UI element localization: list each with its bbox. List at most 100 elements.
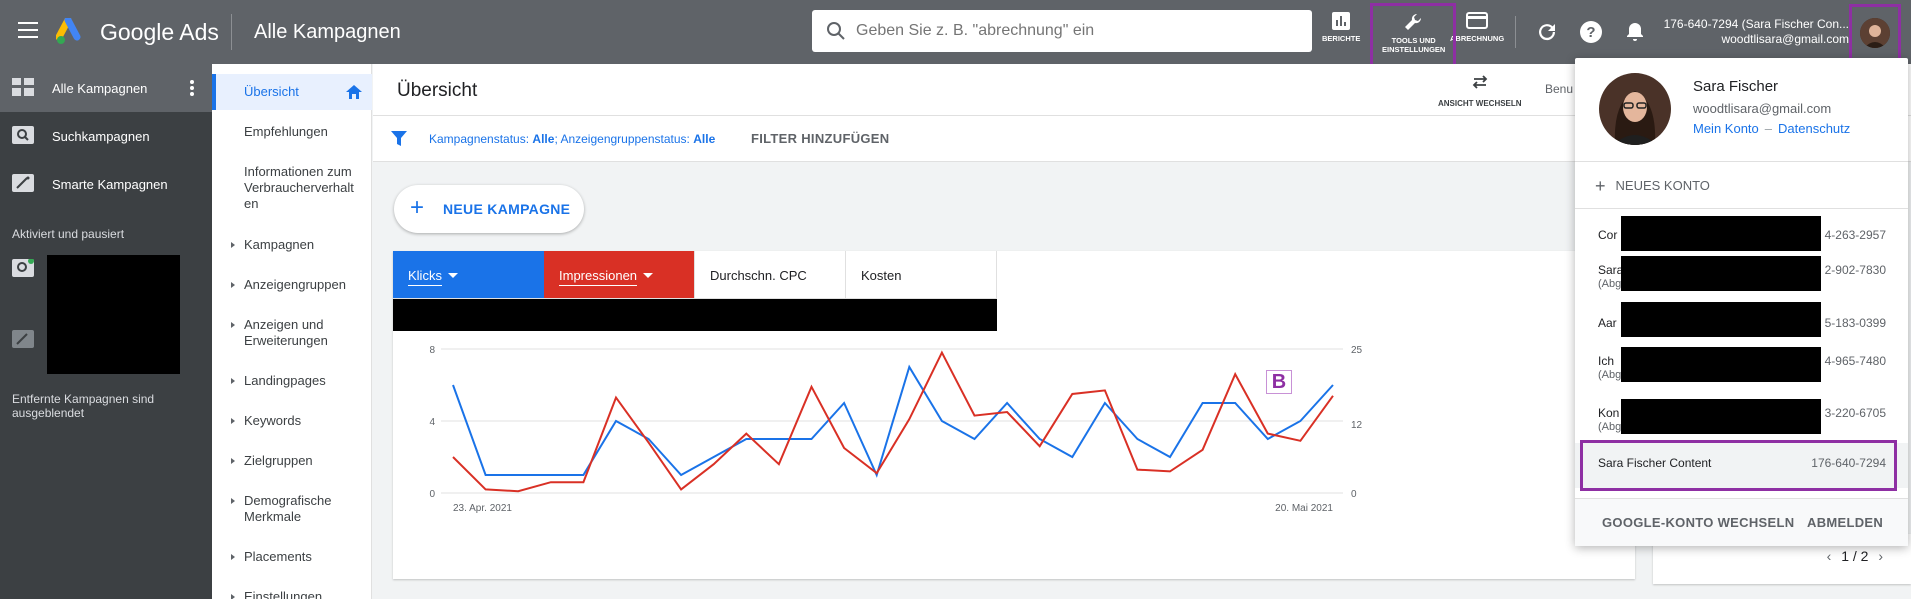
new-account-button[interactable]: + NEUES KONTO (1595, 176, 1710, 197)
divider (231, 14, 232, 50)
menu-item-label: Informationen zum Verbraucherverhalt en (244, 164, 354, 211)
search-campaign-icon (12, 126, 34, 144)
account-row[interactable]: Ich (Abge 4-965-7480 (1575, 347, 1908, 387)
billing-button[interactable]: ABRECHNUNG (1450, 12, 1504, 43)
redacted-account (1621, 302, 1821, 337)
metric-cost[interactable]: Kosten (846, 251, 997, 299)
dropdown-caret-icon (643, 273, 654, 278)
x-tick-label-start: 23. Apr. 2021 (453, 503, 512, 514)
account-row-id: 4-965-7480 (1824, 354, 1886, 368)
filter-icon[interactable] (391, 131, 407, 147)
switch-view-button[interactable]: ANSICHT WECHSELN (1438, 73, 1522, 108)
home-icon (346, 85, 362, 99)
account-name: Sara Fischer (1693, 78, 1779, 95)
account-row-name: Aar (1598, 316, 1617, 330)
account-row[interactable]: Sara (Abge 2-902-7830 (1575, 256, 1908, 296)
expand-arrow-icon (231, 594, 235, 599)
refresh-icon[interactable] (1535, 20, 1559, 44)
menu-item-recommendations[interactable]: Empfehlungen (212, 124, 372, 144)
active-filters[interactable]: Kampagnenstatus: Alle; Anzeigengruppenst… (429, 132, 715, 146)
account-info[interactable]: 176-640-7294 (Sara Fischer Con... woodtl… (1664, 17, 1849, 47)
expand-arrow-icon (231, 378, 235, 384)
privacy-link[interactable]: Datenschutz (1778, 121, 1850, 136)
account-links: Mein Konto – Datenschutz (1693, 121, 1851, 136)
y-tick-label: 0 (429, 489, 435, 500)
nav-item-search-campaigns[interactable]: Suchkampagnen (0, 112, 212, 160)
bell-icon[interactable] (1623, 20, 1647, 44)
expand-arrow-icon (231, 282, 235, 288)
search-campaign-icon (12, 259, 34, 277)
redacted-campaigns (47, 255, 180, 374)
account-row[interactable]: Aar 5-183-0399 (1575, 302, 1908, 342)
magic-wand-icon (12, 174, 34, 192)
swap-icon (1472, 75, 1488, 89)
menu-item-consumer-insights[interactable]: Informationen zum Verbraucherverhalt en (212, 164, 372, 212)
switch-google-account-button[interactable]: GOOGLE-KONTO WECHSELN (1602, 515, 1794, 530)
my-account-link[interactable]: Mein Konto (1693, 121, 1759, 136)
menu-item-campaigns[interactable]: Kampagnen (212, 237, 372, 257)
account-email: woodtlisara@gmail.com (1721, 32, 1849, 46)
divider (1575, 208, 1908, 209)
menu-item-audiences[interactable]: Zielgruppen (212, 453, 372, 473)
nav-item-all-campaigns[interactable]: Alle Kampagnen (0, 64, 212, 112)
more-options-icon[interactable] (190, 80, 194, 98)
menu-item-demographics[interactable]: Demografische Merkmale (212, 493, 372, 525)
menu-icon[interactable] (18, 22, 38, 40)
account-row-name: Sara (1598, 263, 1624, 277)
expand-arrow-icon (231, 498, 235, 504)
menu-item-placements[interactable]: Placements (212, 549, 372, 569)
nav-item-label: Suchkampagnen (52, 129, 150, 144)
annotation-box-b (1580, 440, 1897, 491)
magic-wand-icon (12, 330, 34, 348)
grid-icon (12, 78, 34, 96)
billing-card-icon (1466, 12, 1489, 29)
x-tick-label-end: 20. Mai 2021 (1275, 503, 1333, 514)
chevron-right-icon[interactable]: › (1872, 548, 1889, 564)
menu-item-ad-groups[interactable]: Anzeigengruppen (212, 277, 372, 297)
redacted-account (1621, 347, 1821, 382)
menu-item-label: Placements (244, 549, 312, 564)
account-row-id: 2-902-7830 (1824, 263, 1886, 277)
menu-item-label: Empfehlungen (244, 124, 328, 139)
new-campaign-button[interactable]: + NEUE KAMPAGNE (394, 185, 584, 233)
menu-item-overview[interactable]: Übersicht (212, 74, 372, 110)
menu-item-settings[interactable]: Einstellungen (212, 589, 372, 599)
menu-item-landing-pages[interactable]: Landingpages (212, 373, 372, 393)
redacted-account (1621, 216, 1821, 251)
account-avatar (1599, 73, 1671, 145)
menu-item-ads-extensions[interactable]: Anzeigen und Erweiterungen (212, 317, 372, 349)
menu-item-keywords[interactable]: Keywords (212, 413, 372, 433)
pagination: ‹ 1 / 2 › (1821, 548, 1889, 564)
filter-campaign-status-label: Kampagnenstatus: (429, 132, 530, 146)
add-filter-button[interactable]: FILTER HINZUFÜGEN (751, 131, 889, 146)
account-menu-footer: GOOGLE-KONTO WECHSELN ABMELDEN (1575, 498, 1908, 546)
metric-label: Klicks (408, 268, 442, 286)
page-title: Übersicht (397, 80, 478, 101)
search-input[interactable] (856, 10, 1296, 52)
menu-item-label: Zielgruppen (244, 453, 313, 468)
svg-text:?: ? (1586, 24, 1595, 41)
campaign-nav: Alle Kampagnen Suchkampagnen Smarte Kamp… (0, 64, 212, 599)
help-icon[interactable]: ? (1579, 20, 1603, 44)
reports-icon (1332, 12, 1351, 30)
search-box[interactable] (812, 10, 1312, 52)
chevron-left-icon[interactable]: ‹ (1821, 548, 1838, 564)
account-row-id: 5-183-0399 (1824, 316, 1886, 330)
account-row-id: 4-263-2957 (1824, 228, 1886, 242)
menu-item-label: Übersicht (244, 84, 299, 99)
metric-impressions[interactable]: Impressionen (544, 251, 695, 299)
menu-item-label: Landingpages (244, 373, 326, 388)
sign-out-button[interactable]: ABMELDEN (1807, 515, 1883, 530)
new-campaign-label: NEUE KAMPAGNE (443, 201, 571, 217)
filter-adgroup-status-label: Anzeigengruppenstatus: (560, 132, 690, 146)
nav-item-smart-campaigns[interactable]: Smarte Kampagnen (0, 160, 212, 208)
plus-icon: + (410, 194, 425, 221)
brand-name: Google Ads (100, 19, 219, 45)
account-row[interactable]: Kon (Abge 3-220-6705 (1575, 399, 1908, 439)
annotation-label-b: B (1266, 370, 1292, 394)
account-row[interactable]: Cor 4-263-2957 (1575, 216, 1908, 256)
reports-button[interactable]: BERICHTE (1322, 12, 1360, 43)
nav-item-label: Smarte Kampagnen (52, 177, 168, 192)
expand-arrow-icon (231, 554, 235, 560)
metric-avg-cpc[interactable]: Durchschn. CPC (695, 251, 846, 299)
